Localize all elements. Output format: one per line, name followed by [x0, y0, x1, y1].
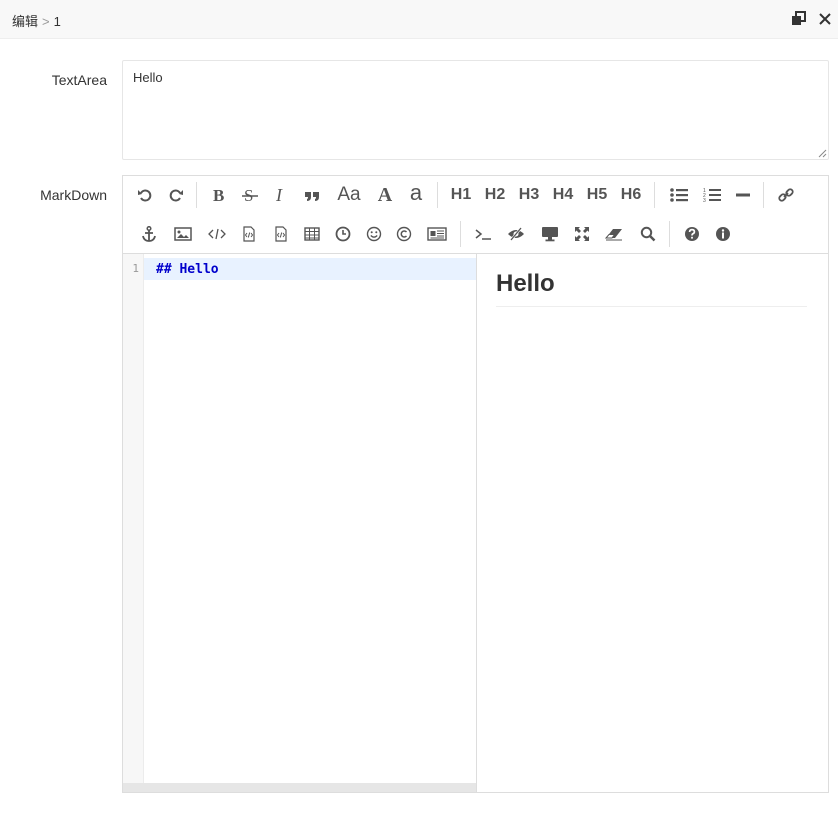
svg-text:3: 3: [703, 198, 706, 203]
markdown-editor: B S I Aa A a H1 H2 H3 H4 H5 H6 123 1 ## …: [122, 175, 829, 793]
h1-button[interactable]: H1: [448, 182, 474, 208]
markdown-toolbar: B S I Aa A a H1 H2 H3 H4 H5 H6 123: [123, 176, 828, 254]
unordered-list-button[interactable]: [666, 182, 692, 208]
link-icon: [778, 188, 794, 202]
anchor-button[interactable]: [136, 221, 162, 247]
eye-slash-icon: [508, 227, 524, 241]
horizontal-rule-button[interactable]: [730, 182, 756, 208]
h4-button[interactable]: H4: [550, 182, 576, 208]
code-button[interactable]: [204, 221, 230, 247]
desktop-icon: [542, 227, 558, 242]
datetime-button[interactable]: [330, 221, 356, 247]
clock-icon: [335, 226, 351, 242]
bold-button[interactable]: B: [206, 182, 232, 208]
image-button[interactable]: [170, 221, 196, 247]
preview-heading: Hello: [496, 270, 807, 307]
preformatted-text-button[interactable]: [236, 221, 262, 247]
code-block-button[interactable]: [268, 221, 294, 247]
toolbar-divider: [460, 221, 461, 247]
link-button[interactable]: [773, 182, 799, 208]
table-icon: [304, 227, 320, 241]
goto-line-button[interactable]: [470, 221, 496, 247]
quote-icon: [305, 192, 319, 201]
toolbar-divider: [669, 221, 670, 247]
ordered-list-button[interactable]: 123: [699, 182, 725, 208]
h2-button[interactable]: H2: [482, 182, 508, 208]
info-button[interactable]: [710, 221, 736, 247]
toolbar-divider: [196, 182, 197, 208]
resize-grip-icon[interactable]: [818, 149, 827, 158]
code-line[interactable]: ## Hello: [156, 262, 219, 277]
lowercase-button[interactable]: a: [403, 180, 429, 206]
close-icon: [819, 13, 831, 25]
smile-icon: [366, 226, 382, 242]
close-button[interactable]: [817, 11, 833, 27]
file-code-icon: [275, 226, 287, 242]
fullscreen-button[interactable]: [569, 221, 595, 247]
clear-button[interactable]: [601, 221, 627, 247]
toolbar-divider: [654, 182, 655, 208]
image-icon: [174, 227, 192, 241]
preview-button[interactable]: [537, 221, 563, 247]
table-button[interactable]: [299, 221, 325, 247]
info-circle-icon: [716, 227, 730, 241]
h6-button[interactable]: H6: [618, 182, 644, 208]
strikethrough-icon: S: [242, 187, 258, 203]
textarea-value: Hello: [133, 70, 163, 85]
italic-button[interactable]: I: [268, 182, 294, 208]
markdown-label: MarkDown: [40, 187, 107, 203]
code-editor[interactable]: 1 ## Hello: [123, 254, 477, 792]
maximize-button[interactable]: [791, 11, 807, 27]
breadcrumb: 编辑 >1: [12, 11, 61, 30]
breadcrumb-root: 编辑: [12, 14, 39, 29]
html-entities-button[interactable]: [391, 221, 417, 247]
eraser-icon: [605, 229, 622, 241]
bold-icon: B: [213, 187, 224, 203]
quote-button[interactable]: [299, 182, 325, 208]
strikethrough-button[interactable]: S: [237, 182, 263, 208]
toolbar-divider: [437, 182, 438, 208]
h3-button[interactable]: H3: [516, 182, 542, 208]
help-button[interactable]: [679, 221, 705, 247]
list-ul-icon: [670, 188, 688, 202]
question-circle-icon: [685, 227, 699, 241]
uppercase-button[interactable]: Aa: [333, 182, 365, 208]
emoji-button[interactable]: [361, 221, 387, 247]
code-icon: [208, 228, 226, 240]
ucwords-button[interactable]: A: [372, 182, 398, 208]
horizontal-scrollbar[interactable]: [123, 783, 476, 792]
newspaper-icon: [427, 227, 447, 241]
textarea-label: TextArea: [51, 72, 107, 88]
breadcrumb-leaf: 1: [53, 14, 61, 29]
toolbar-divider: [763, 182, 764, 208]
svg-text:S: S: [244, 187, 253, 203]
terminal-icon: [475, 229, 491, 240]
markdown-preview: Hello: [477, 254, 828, 792]
list-ol-icon: 123: [703, 188, 721, 203]
undo-icon: [138, 189, 152, 202]
minus-icon: [736, 193, 750, 197]
redo-icon: [169, 189, 183, 202]
svg-text:I: I: [275, 187, 283, 203]
expand-icon: [575, 227, 589, 241]
search-icon: [640, 226, 656, 242]
h5-button[interactable]: H5: [584, 182, 610, 208]
breadcrumb-separator: >: [42, 14, 50, 29]
textarea-input[interactable]: Hello: [122, 60, 829, 160]
line-number-gutter: 1: [123, 254, 144, 784]
file-code-icon: [243, 226, 255, 242]
pagebreak-button[interactable]: [424, 221, 450, 247]
svg-text:B: B: [213, 187, 224, 203]
undo-button[interactable]: [132, 182, 158, 208]
anchor-icon: [142, 226, 156, 242]
watch-toggle-button[interactable]: [503, 221, 529, 247]
search-button[interactable]: [635, 221, 661, 247]
line-number: 1: [132, 262, 139, 275]
copyright-icon: [396, 226, 412, 242]
italic-icon: I: [275, 187, 283, 203]
window-titlebar: 编辑 >1: [0, 0, 838, 39]
restore-icon: [792, 11, 806, 25]
redo-button[interactable]: [163, 182, 189, 208]
